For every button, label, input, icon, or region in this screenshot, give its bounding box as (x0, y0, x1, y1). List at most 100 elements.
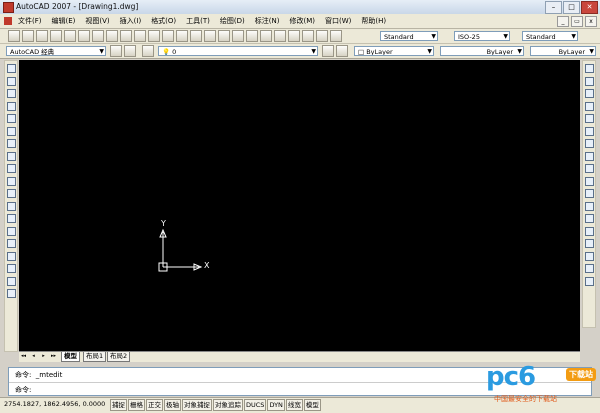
cut-icon[interactable] (92, 30, 104, 42)
coordinates-readout[interactable]: 2754.1827, 1862.4956, 0.0000 (4, 400, 105, 408)
layer-manager-icon[interactable] (142, 45, 154, 57)
multiline-text-icon[interactable] (6, 289, 16, 298)
zoom-previous-icon[interactable] (232, 30, 244, 42)
menu-modify[interactable]: 修改(M) (289, 16, 315, 26)
menu-edit[interactable]: 编辑(E) (52, 16, 76, 26)
workspace-save-icon[interactable] (124, 45, 136, 57)
arc-icon[interactable] (6, 126, 16, 136)
menu-tools[interactable]: 工具(T) (186, 16, 210, 26)
point-icon[interactable] (6, 226, 16, 236)
workspace-combo[interactable]: AutoCAD 经典 ▼ (6, 46, 106, 56)
mirror-icon[interactable] (584, 89, 594, 98)
grid-toggle[interactable]: 栅格 (128, 399, 145, 411)
tool-palettes-icon[interactable] (274, 30, 286, 42)
insert-block-icon[interactable] (6, 201, 16, 211)
menu-view[interactable]: 视图(V) (85, 16, 109, 26)
publish-icon[interactable] (78, 30, 90, 42)
gradient-icon[interactable] (6, 251, 16, 261)
polar-toggle[interactable]: 极轴 (164, 399, 181, 411)
paste-icon[interactable] (120, 30, 132, 42)
next-tab-button[interactable]: ▸ (40, 353, 47, 360)
revision-cloud-icon[interactable] (6, 151, 16, 161)
document-icon[interactable] (4, 17, 12, 25)
lineweight-combo[interactable]: ByLayer ▼ (530, 46, 596, 56)
make-current-layer-icon[interactable] (322, 45, 334, 57)
close-button[interactable]: ✕ (581, 1, 598, 14)
menu-help[interactable]: 帮助(H) (361, 16, 386, 26)
fillet-icon[interactable] (584, 251, 594, 261)
zoom-realtime-icon[interactable] (204, 30, 216, 42)
help-icon[interactable] (330, 30, 342, 42)
scale-icon[interactable] (584, 151, 594, 161)
move-icon[interactable] (584, 126, 594, 136)
menu-window[interactable]: 窗口(W) (325, 16, 351, 26)
draw-order-icon[interactable] (584, 276, 594, 286)
autocad-app-icon[interactable] (3, 2, 14, 13)
otrack-toggle[interactable]: 对象追踪 (213, 399, 243, 411)
pan-icon[interactable] (190, 30, 202, 42)
menu-insert[interactable]: 插入(I) (120, 16, 142, 26)
table-style-combo[interactable]: Standard ▼ (522, 31, 578, 41)
hatch-icon[interactable] (6, 239, 16, 248)
maximize-button[interactable]: □ (563, 1, 580, 14)
trim-icon[interactable] (584, 176, 594, 186)
text-style-combo[interactable]: Standard ▼ (380, 31, 438, 41)
snap-toggle[interactable]: 捕捉 (110, 399, 127, 411)
ortho-toggle[interactable]: 正交 (146, 399, 163, 411)
block-editor-icon[interactable] (148, 30, 160, 42)
dyn-toggle[interactable]: DYN (267, 399, 285, 411)
polyline-icon[interactable] (6, 89, 16, 98)
open-icon[interactable] (22, 30, 34, 42)
first-tab-button[interactable]: ◂◂ (20, 353, 27, 360)
menu-draw[interactable]: 绘图(D) (220, 16, 245, 26)
chamfer-icon[interactable] (584, 239, 594, 248)
menu-file[interactable]: 文件(F) (18, 16, 42, 26)
rectangle-icon[interactable] (6, 114, 16, 123)
redo-icon[interactable] (176, 30, 188, 42)
circle-icon[interactable] (6, 139, 16, 148)
offset-icon[interactable] (584, 101, 594, 111)
explode-icon[interactable] (584, 264, 594, 273)
preview-icon[interactable] (64, 30, 76, 42)
tab-model[interactable]: 模型 (61, 352, 80, 362)
zoom-window-icon[interactable] (218, 30, 230, 42)
break-icon[interactable] (584, 214, 594, 223)
construction-line-icon[interactable] (6, 76, 16, 86)
spline-icon[interactable] (6, 164, 16, 173)
make-block-icon[interactable] (6, 214, 16, 223)
copy-object-icon[interactable] (584, 76, 594, 86)
match-properties-icon[interactable] (134, 30, 146, 42)
last-tab-button[interactable]: ▸▸ (50, 353, 57, 360)
copy-icon[interactable] (106, 30, 118, 42)
ducs-toggle[interactable]: DUCS (244, 399, 267, 411)
sheet-set-icon[interactable] (288, 30, 300, 42)
lineweight-toggle[interactable]: 线宽 (285, 399, 303, 411)
previous-tab-button[interactable]: ◂ (30, 353, 37, 360)
linetype-combo[interactable]: ByLayer ▼ (440, 46, 524, 56)
undo-icon[interactable] (162, 30, 174, 42)
doc-close-button[interactable]: x (585, 16, 597, 27)
array-icon[interactable] (584, 114, 594, 123)
table-icon[interactable] (6, 276, 16, 286)
erase-icon[interactable] (584, 64, 594, 73)
rotate-icon[interactable] (584, 139, 594, 148)
line-icon[interactable] (6, 64, 16, 73)
polygon-icon[interactable] (6, 101, 16, 111)
minimize-button[interactable]: – (545, 1, 562, 14)
tab-layout1[interactable]: 布局1 (83, 352, 107, 362)
new-icon[interactable] (8, 30, 20, 42)
properties-icon[interactable] (246, 30, 258, 42)
ellipse-icon[interactable] (6, 176, 16, 186)
print-icon[interactable] (50, 30, 62, 42)
save-icon[interactable] (36, 30, 48, 42)
menu-dimension[interactable]: 标注(N) (255, 16, 280, 26)
ellipse-arc-icon[interactable] (6, 189, 16, 198)
doc-restore-button[interactable]: ▭ (571, 16, 583, 27)
workspace-settings-icon[interactable] (110, 45, 122, 57)
tab-layout2[interactable]: 布局2 (107, 352, 131, 362)
markup-icon[interactable] (302, 30, 314, 42)
layer-combo[interactable]: 💡 0 ▼ (158, 46, 318, 56)
menu-format[interactable]: 格式(O) (151, 16, 176, 26)
break-at-point-icon[interactable] (584, 201, 594, 211)
osnap-toggle[interactable]: 对象捕捉 (182, 399, 212, 411)
